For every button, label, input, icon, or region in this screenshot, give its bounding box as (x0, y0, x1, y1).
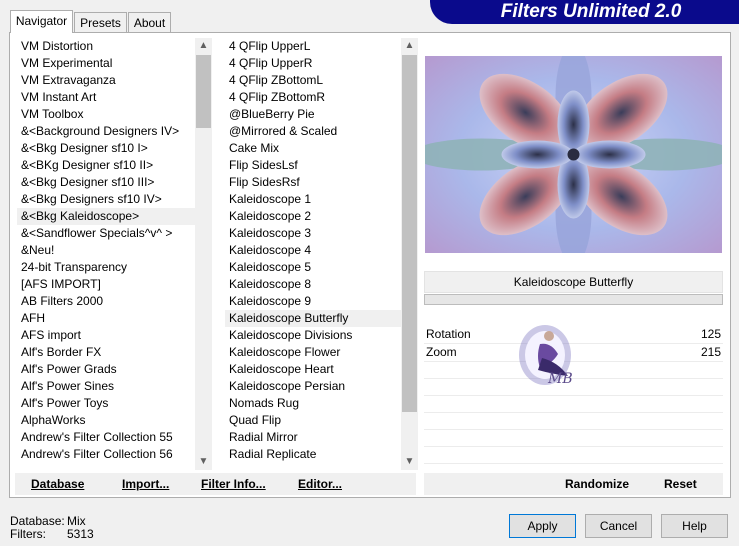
list-item[interactable]: Kaleidoscope 1 (225, 191, 401, 208)
param-value: 215 (700, 345, 721, 359)
list-item[interactable]: &<Sandflower Specials^v^ > (17, 225, 195, 242)
list-item[interactable]: &<Bkg Designer sf10 III> (17, 174, 195, 191)
list-item[interactable]: VM Instant Art (17, 89, 195, 106)
list-item[interactable]: Andrew's Filter Collection 55 (17, 429, 195, 446)
list-item[interactable]: Alf's Border FX (17, 344, 195, 361)
list-item[interactable]: Kaleidoscope Persian (225, 378, 401, 395)
list-item[interactable]: Kaleidoscope 8 (225, 276, 401, 293)
list-item[interactable]: VM Distortion (17, 38, 195, 55)
list-item[interactable]: Flip SidesRsf (225, 174, 401, 191)
category-list[interactable]: VM Distortion VM Experimental VM Extravaga… (17, 38, 195, 470)
empty-param-slot (424, 447, 723, 464)
help-button[interactable]: Help (661, 514, 728, 538)
list-item[interactable]: 4 QFlip UpperR (225, 55, 401, 72)
cancel-button[interactable]: Cancel (585, 514, 652, 538)
list-button-bar: Database Import... Filter Info... Editor… (15, 473, 416, 495)
param-label: Zoom (426, 345, 457, 359)
list-item[interactable]: 4 QFlip ZBottomL (225, 72, 401, 89)
list-item[interactable]: AFH (17, 310, 195, 327)
param-value: 125 (700, 327, 721, 341)
filter-scrollbar[interactable]: ▲ ▼ (401, 38, 418, 470)
scroll-thumb[interactable] (402, 55, 417, 412)
empty-param-slot (424, 430, 723, 447)
watermark-logo: MB (519, 325, 573, 387)
list-item[interactable]: 24-bit Transparency (17, 259, 195, 276)
scroll-up-arrow-icon[interactable]: ▲ (195, 38, 212, 54)
list-item[interactable]: Kaleidoscope 9 (225, 293, 401, 310)
scroll-down-arrow-icon[interactable]: ▼ (401, 454, 418, 470)
list-item[interactable]: VM Experimental (17, 55, 195, 72)
list-item[interactable]: Kaleidoscope Flower (225, 344, 401, 361)
filter-name-label: Kaleidoscope Butterfly (424, 271, 723, 293)
progress-bar (424, 294, 723, 305)
list-item[interactable]: Cake Mix (225, 140, 401, 157)
database-value: Mix (67, 514, 86, 528)
scroll-down-arrow-icon[interactable]: ▼ (195, 454, 212, 470)
list-item[interactable]: Kaleidoscope 2 (225, 208, 401, 225)
list-item[interactable]: @Mirrored & Scaled (225, 123, 401, 140)
preset-button-bar: Randomize Reset (424, 473, 723, 495)
list-item[interactable]: Alf's Power Sines (17, 378, 195, 395)
database-button[interactable]: Database (31, 473, 84, 495)
reset-button[interactable]: Reset (664, 473, 697, 495)
list-item[interactable]: Kaleidoscope Divisions (225, 327, 401, 344)
list-item[interactable]: 4 QFlip UpperL (225, 38, 401, 55)
list-item[interactable]: Alf's Power Grads (17, 361, 195, 378)
banner-title: Filters Unlimited 2.0 (500, 1, 682, 22)
empty-param-slot (424, 413, 723, 430)
list-item[interactable]: Kaleidoscope Heart (225, 361, 401, 378)
tab-presets[interactable]: Presets (74, 12, 127, 32)
list-item[interactable]: 4 QFlip ZBottomR (225, 89, 401, 106)
tab-navigator[interactable]: Navigator (10, 10, 73, 33)
list-item[interactable]: Kaleidoscope Butterfly (225, 310, 401, 327)
svg-text:MB: MB (547, 371, 573, 387)
list-item[interactable]: VM Toolbox (17, 106, 195, 123)
list-item[interactable]: &<Bkg Kaleidoscope> (17, 208, 195, 225)
list-item[interactable]: Andrew's Filter Collection 56 (17, 446, 195, 463)
empty-param-slot (424, 396, 723, 413)
list-item[interactable]: &<BKg Designer sf10 II> (17, 157, 195, 174)
filters-label: Filters: (10, 527, 46, 541)
list-item[interactable]: &<Bkg Designer sf10 I> (17, 140, 195, 157)
list-item[interactable]: AlphaWorks (17, 412, 195, 429)
scroll-up-arrow-icon[interactable]: ▲ (401, 38, 418, 54)
list-item[interactable]: Kaleidoscope 4 (225, 242, 401, 259)
filters-count: 5313 (67, 527, 94, 541)
list-item[interactable]: [AFS IMPORT] (17, 276, 195, 293)
list-item[interactable]: &Neu! (17, 242, 195, 259)
scroll-thumb[interactable] (196, 55, 211, 128)
list-item[interactable]: AB Filters 2000 (17, 293, 195, 310)
list-item[interactable]: Kaleidoscope 5 (225, 259, 401, 276)
list-item[interactable]: Alf's Power Toys (17, 395, 195, 412)
list-item[interactable]: @BlueBerry Pie (225, 106, 401, 123)
list-item[interactable]: Radial Replicate (225, 446, 401, 463)
filter-list[interactable]: 4 QFlip UpperL 4 QFlip UpperR 4 QFlip ZBot… (225, 38, 401, 470)
filter-preview-image (425, 56, 722, 253)
editor-button[interactable]: Editor... (298, 473, 342, 495)
filter-info-button[interactable]: Filter Info... (201, 473, 266, 495)
import-button[interactable]: Import... (122, 473, 169, 495)
category-scrollbar[interactable]: ▲ ▼ (195, 38, 212, 470)
apply-button[interactable]: Apply (509, 514, 576, 538)
list-item[interactable]: Radial Mirror (225, 429, 401, 446)
list-item[interactable]: VM Extravaganza (17, 72, 195, 89)
tab-about[interactable]: About (128, 12, 171, 32)
list-item[interactable]: Flip SidesLsf (225, 157, 401, 174)
list-item[interactable]: &<Bkg Designers sf10 IV> (17, 191, 195, 208)
list-item[interactable]: AFS import (17, 327, 195, 344)
list-item[interactable]: &<Background Designers IV> (17, 123, 195, 140)
param-label: Rotation (426, 327, 471, 341)
list-item[interactable]: Nomads Rug (225, 395, 401, 412)
list-item[interactable]: Quad Flip (225, 412, 401, 429)
database-label: Database: (10, 514, 65, 528)
randomize-button[interactable]: Randomize (565, 473, 629, 495)
list-item[interactable]: Kaleidoscope 3 (225, 225, 401, 242)
